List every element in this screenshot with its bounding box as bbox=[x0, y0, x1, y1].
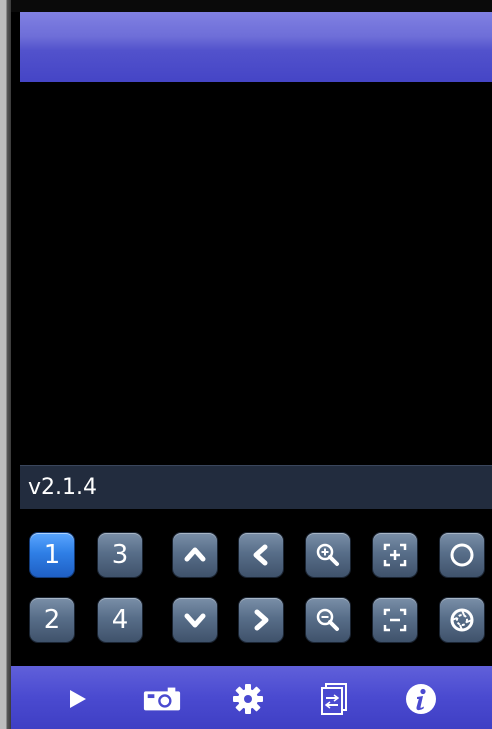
channel-2-button[interactable]: 2 bbox=[30, 598, 74, 642]
arrow-down-icon bbox=[184, 613, 206, 628]
play-button[interactable] bbox=[57, 681, 97, 717]
channel-4-button[interactable]: 4 bbox=[98, 598, 142, 642]
info-icon bbox=[406, 684, 436, 714]
tilt-up-button[interactable] bbox=[173, 533, 217, 577]
zoom-in-button[interactable] bbox=[306, 533, 350, 577]
info-button[interactable] bbox=[401, 681, 441, 717]
iris-open-icon bbox=[450, 543, 474, 567]
iris-close-icon bbox=[450, 608, 474, 632]
snapshot-button[interactable] bbox=[142, 681, 182, 717]
focus-far-button[interactable] bbox=[373, 598, 417, 642]
tilt-down-button[interactable] bbox=[173, 598, 217, 642]
play-icon bbox=[70, 690, 86, 708]
zoom-out-icon bbox=[316, 608, 339, 631]
iris-close-button[interactable] bbox=[440, 598, 484, 642]
window-left-edge bbox=[0, 0, 11, 729]
gear-icon bbox=[233, 684, 263, 714]
title-bar bbox=[20, 12, 492, 82]
pan-right-button[interactable] bbox=[239, 598, 283, 642]
control-panel: 1 3 2 4 bbox=[20, 509, 492, 666]
zoom-out-button[interactable] bbox=[306, 598, 350, 642]
switch-view-button[interactable] bbox=[314, 681, 354, 717]
channel-label: 2 bbox=[43, 605, 61, 635]
app-frame: v2.1.4 1 3 2 4 bbox=[0, 0, 492, 729]
iris-open-button[interactable] bbox=[440, 533, 484, 577]
channel-label: 3 bbox=[111, 540, 129, 570]
video-viewport[interactable] bbox=[20, 82, 492, 465]
camera-icon bbox=[143, 687, 181, 711]
focus-far-icon bbox=[383, 608, 407, 632]
top-band bbox=[11, 0, 492, 12]
pan-left-button[interactable] bbox=[239, 533, 283, 577]
zoom-in-icon bbox=[316, 543, 339, 566]
channel-1-button[interactable]: 1 bbox=[30, 533, 74, 577]
arrow-left-icon bbox=[253, 544, 268, 566]
focus-near-icon bbox=[383, 543, 407, 567]
switch-view-icon bbox=[321, 683, 347, 715]
channel-label: 1 bbox=[43, 540, 61, 570]
version-label: v2.1.4 bbox=[28, 475, 97, 500]
version-bar: v2.1.4 bbox=[20, 465, 492, 509]
focus-near-button[interactable] bbox=[373, 533, 417, 577]
arrow-right-icon bbox=[254, 609, 269, 631]
channel-label: 4 bbox=[111, 605, 129, 635]
arrow-up-icon bbox=[184, 547, 206, 562]
channel-3-button[interactable]: 3 bbox=[98, 533, 142, 577]
settings-button[interactable] bbox=[228, 681, 268, 717]
